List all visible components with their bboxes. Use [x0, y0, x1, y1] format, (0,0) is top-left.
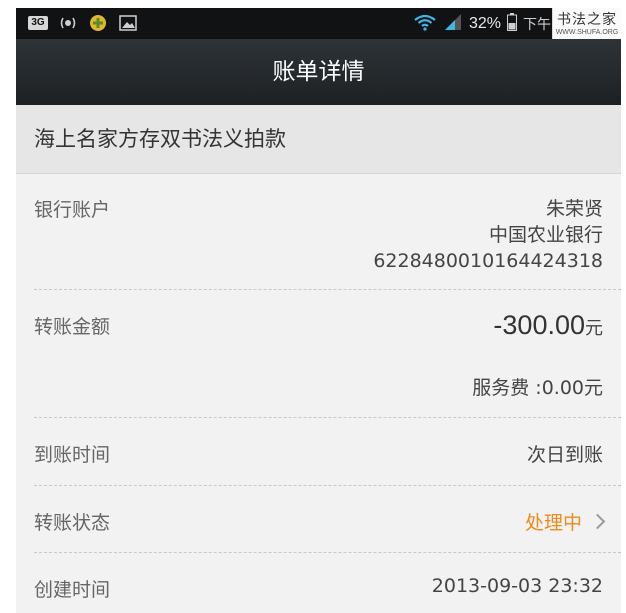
arrival-time-label: 到账时间	[34, 444, 111, 466]
amount-value: -300.00元	[493, 310, 603, 341]
transfer-status-row[interactable]: 转账状态 处理中	[16, 486, 621, 552]
divider	[34, 289, 621, 290]
wifi-icon	[413, 13, 437, 35]
status-bar: 3G 32% 下午 书法之家 WWW.SHUFA.ORG	[16, 8, 621, 39]
account-holder-name: 朱荣贤	[545, 198, 603, 220]
usb-debug-icon	[58, 14, 78, 32]
created-time-value: 2013-09-03 23:32	[431, 575, 603, 597]
title-bar: 账单详情	[16, 39, 621, 105]
merchant-name: 海上名家方存双书法义拍款	[34, 127, 286, 151]
watermark-text: 书法之家	[557, 12, 617, 28]
divider	[34, 552, 621, 553]
bank-account-value: 朱荣贤 中国农业银行 6228480010164424318	[373, 196, 603, 274]
bank-account-label: 银行账户	[34, 199, 111, 221]
clock-text: 下午	[523, 17, 551, 33]
arrival-time-value: 次日到账	[526, 444, 603, 466]
service-fee: 服务费 :0.00元	[472, 377, 603, 399]
created-time-label: 创建时间	[34, 579, 111, 601]
watermark-logo: 书法之家 WWW.SHUFA.ORG	[552, 8, 621, 39]
status-left-icons: 3G	[28, 14, 138, 32]
app-notification-icon	[88, 14, 108, 32]
transfer-status-value: 处理中	[524, 508, 606, 535]
amount-label: 转账金额	[34, 316, 111, 338]
page-title: 账单详情	[272, 59, 365, 85]
signal-icon	[443, 13, 463, 35]
watermark-url: WWW.SHUFA.ORG	[555, 29, 619, 36]
divider	[34, 417, 621, 418]
chevron-right-icon	[589, 513, 606, 530]
status-text: 处理中	[524, 512, 582, 534]
account-number: 6228480010164424318	[373, 250, 603, 272]
bank-name: 中国农业银行	[488, 224, 603, 246]
transfer-status-label: 转账状态	[34, 512, 111, 534]
amount-unit: 元	[585, 318, 603, 339]
network-type-label: 3G	[28, 16, 48, 30]
battery-icon	[507, 13, 517, 35]
network-badge: 3G	[28, 14, 48, 32]
app-screen: 3G 32% 下午 书法之家 WWW.SHUFA.ORG 账单详情 海上名家方存…	[16, 8, 621, 613]
image-icon	[118, 14, 138, 32]
merchant-header: 海上名家方存双书法义拍款	[16, 105, 621, 174]
battery-percent: 32%	[468, 15, 501, 32]
status-right-icons: 32% 下午	[413, 13, 551, 35]
amount-number: -300.00	[493, 310, 585, 340]
